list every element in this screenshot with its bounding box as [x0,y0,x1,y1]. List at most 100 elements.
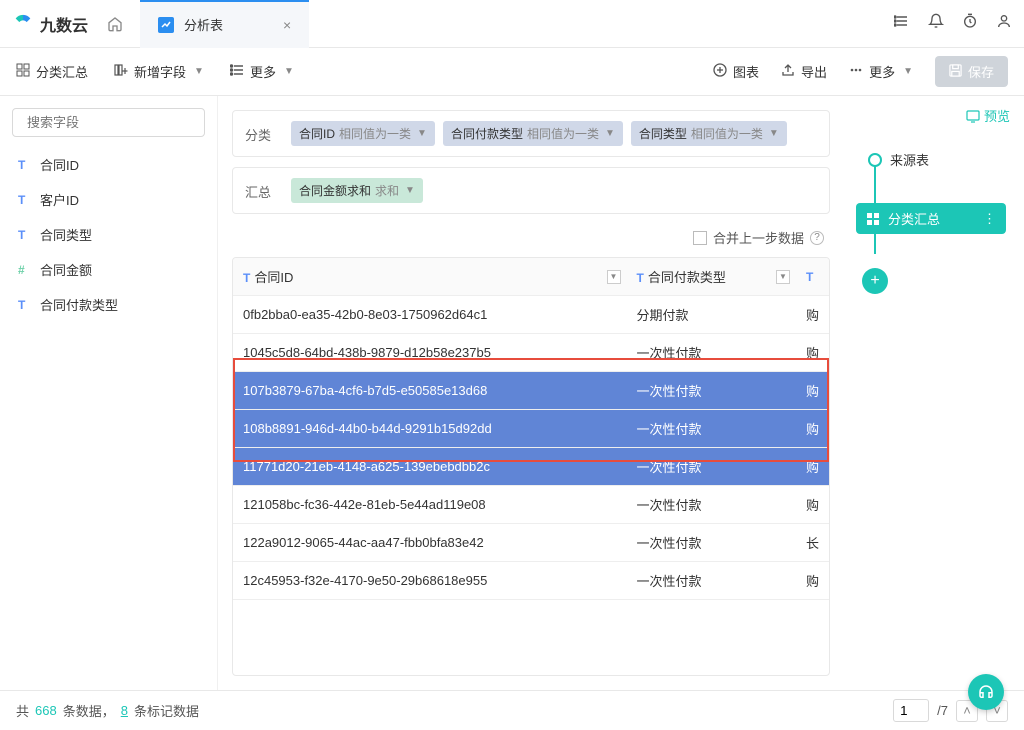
field-type-icon: # [18,263,32,277]
add-field-button[interactable]: 新增字段 ▼ [114,62,204,81]
save-icon [949,64,962,80]
table-row[interactable]: 122a9012-9065-44ac-aa47-fbb0bfa83e42一次性付… [233,524,829,562]
field-type-icon: T [18,193,32,207]
field-type-icon: T [18,298,32,312]
brand-name: 九数云 [40,12,88,36]
logo-icon [12,13,34,35]
row-count: 668 [35,703,57,718]
ellipsis-icon [849,63,863,80]
app-header: 九数云 分析表 × [0,0,1024,48]
chevron-down-icon[interactable]: ▼ [607,270,621,284]
field-type-icon: T [18,228,32,242]
field-name: 客户ID [40,190,79,209]
group-summary-button[interactable]: 分类汇总 [16,62,88,81]
chevron-down-icon: ▼ [605,128,615,139]
header-actions [894,13,1012,34]
merge-label: 合并上一步数据 [713,228,804,247]
column-header[interactable]: T合同付款类型▼ [627,258,796,296]
export-icon [781,63,795,80]
more-button[interactable]: 更多 ▼ [230,62,294,81]
config-chip[interactable]: 合同金额求和求和▼ [291,178,423,203]
table-row[interactable]: 1045c5d8-64bd-438b-9879-d12b58e237b5一次性付… [233,334,829,372]
field-name: 合同ID [40,155,79,174]
list-icon[interactable] [894,13,910,34]
search-input-wrap[interactable] [12,108,205,137]
table-row[interactable]: 107b3879-67ba-4cf6-b7d5-e50585e13d68一次性付… [233,372,829,410]
group-icon [866,212,880,226]
field-item[interactable]: T 合同付款类型 [12,287,205,322]
chevron-down-icon[interactable]: ▼ [776,270,790,284]
field-name: 合同付款类型 [40,295,118,314]
field-item[interactable]: T 客户ID [12,182,205,217]
type-icon: T [637,271,644,285]
headset-icon [977,683,995,701]
config-chip[interactable]: 合同付款类型相同值为一类▼ [443,121,623,146]
field-type-icon: T [18,158,32,172]
export-button[interactable]: 导出 [781,62,827,81]
flow-step-card[interactable]: 分类汇总 ⋮ [856,203,1006,234]
chevron-down-icon: ▼ [769,128,779,139]
agg-label: 汇总 [245,178,291,201]
crosshair-icon [868,153,882,167]
chevron-down-icon: ▼ [903,66,913,77]
add-step-button[interactable]: + [862,268,888,294]
search-input[interactable] [27,115,203,130]
column-header[interactable]: T合同ID▼ [233,258,627,296]
source-label: 来源表 [890,150,929,169]
group-config-row: 分类 合同ID相同值为一类▼ 合同付款类型相同值为一类▼ 合同类型相同值为一类▼ [232,110,830,157]
group-label: 分类 [245,121,291,144]
chart-button[interactable]: 图表 [713,62,759,81]
preview-link[interactable]: 预览 [966,106,1010,125]
tab-label: 分析表 [184,15,223,34]
step-label: 分类汇总 [888,209,940,228]
brand-logo: 九数云 [12,12,88,36]
chevron-down-icon: ▼ [405,185,415,196]
config-chip[interactable]: 合同ID相同值为一类▼ [291,121,435,146]
agg-config-row: 汇总 合同金额求和求和▼ [232,167,830,214]
page-total: /7 [937,703,948,718]
group-icon [16,63,30,80]
field-item[interactable]: T 合同ID [12,147,205,182]
table-row[interactable]: 121058bc-fc36-442e-81eb-5e44ad119e08一次性付… [233,486,829,524]
table-row[interactable]: 0fb2bba0-ea35-42b0-8e03-1750962d64c1分期付款… [233,296,829,334]
config-chip[interactable]: 合同类型相同值为一类▼ [631,121,787,146]
more2-button[interactable]: 更多 ▼ [849,62,913,81]
close-icon[interactable]: × [283,17,291,33]
table-row[interactable]: 11771d20-21eb-4148-a625-139ebebdbb2c一次性付… [233,448,829,486]
field-item[interactable]: T 合同类型 [12,217,205,252]
timer-icon[interactable] [962,13,978,34]
help-fab[interactable] [968,674,1004,710]
table-row[interactable]: 108b8891-946d-44b0-b44d-9291b15d92dd一次性付… [233,410,829,448]
column-header[interactable]: T [796,258,829,296]
home-icon[interactable] [106,15,124,33]
field-name: 合同类型 [40,225,92,244]
preview-icon [966,109,980,123]
data-table: T合同ID▼T合同付款类型▼T 0fb2bba0-ea35-42b0-8e03-… [232,257,830,676]
type-icon: T [243,271,250,285]
kebab-icon[interactable]: ⋮ [983,211,996,227]
type-icon: T [806,270,813,284]
page-input[interactable] [893,699,929,722]
flow-sidebar: 预览 来源表 分类汇总 ⋮ + [844,96,1024,690]
toolbar: 分类汇总 新增字段 ▼ 更多 ▼ 图表 导出 [0,48,1024,96]
more-list-icon [230,63,244,80]
footer: 共 668 条数据， 8 条标记数据 /7 ˄ ˅ [0,690,1024,730]
save-button[interactable]: 保存 [935,56,1008,87]
chevron-down-icon: ▼ [284,66,294,77]
analysis-icon [158,17,174,33]
field-name: 合同金额 [40,260,92,279]
fields-sidebar: T 合同ID T 客户ID T 合同类型 # 合同金额 T 合同付款类型 [0,96,218,690]
add-column-icon [114,63,128,80]
user-icon[interactable] [996,13,1012,34]
bell-icon[interactable] [928,13,944,34]
marked-count[interactable]: 8 [121,703,128,718]
help-icon[interactable]: ? [810,231,824,245]
chevron-down-icon: ▼ [417,128,427,139]
merge-checkbox[interactable] [693,231,707,245]
table-row[interactable]: 12c45953-f32e-4170-9e50-29b68618e955一次性付… [233,562,829,600]
center-panel: 分类 合同ID相同值为一类▼ 合同付款类型相同值为一类▼ 合同类型相同值为一类▼ 汇… [218,96,844,690]
chevron-down-icon: ▼ [194,66,204,77]
field-item[interactable]: # 合同金额 [12,252,205,287]
tab-analysis[interactable]: 分析表 × [140,0,309,48]
flow-source-node[interactable]: 来源表 [856,150,929,169]
